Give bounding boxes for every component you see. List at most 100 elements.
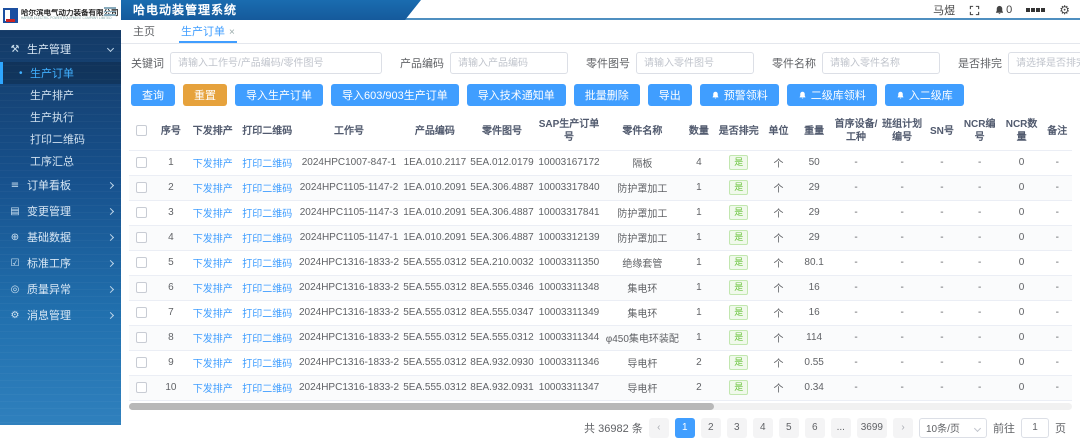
- row-checkbox[interactable]: [136, 257, 147, 268]
- fullscreen-icon[interactable]: [969, 5, 980, 16]
- cell: 10003311348: [535, 275, 602, 300]
- row-checkbox[interactable]: [136, 357, 147, 368]
- row-checkbox[interactable]: [136, 332, 147, 343]
- warning-picking-button[interactable]: 预警领料: [700, 84, 779, 106]
- query-button[interactable]: 查询: [131, 84, 175, 106]
- sidebar-item-base-data[interactable]: ⊕ 基础数据: [0, 224, 121, 250]
- tab-production-orders[interactable]: 生产订单×: [179, 23, 237, 43]
- sidebar-item-standard-process[interactable]: ☑ 标准工序: [0, 250, 121, 276]
- close-icon[interactable]: ×: [229, 27, 235, 38]
- row-checkbox[interactable]: [136, 157, 147, 168]
- page-button[interactable]: 6: [805, 418, 825, 438]
- dispatch-link[interactable]: 下发排产: [193, 159, 233, 170]
- batch-delete-button[interactable]: 批量删除: [574, 84, 640, 106]
- page-button[interactable]: 2: [701, 418, 721, 438]
- product-code-input[interactable]: [450, 52, 568, 74]
- cell: 10003311346: [535, 350, 602, 375]
- table-row: 10下发排产打印二维码2024HPC1316-1833-25EA.555.031…: [129, 375, 1072, 400]
- secondary-store-picking-button[interactable]: 二级库领料: [787, 84, 877, 106]
- print-qr-link[interactable]: 打印二维码: [242, 359, 292, 370]
- cell: -: [1043, 225, 1072, 250]
- reset-button[interactable]: 重置: [183, 84, 227, 106]
- print-qr-link[interactable]: 打印二维码: [242, 234, 292, 245]
- scrollbar-thumb[interactable]: [129, 403, 714, 410]
- dispatch-link[interactable]: 下发排产: [193, 384, 233, 395]
- dispatch-link[interactable]: 下发排产: [193, 209, 233, 220]
- sidebar-item-production-orders[interactable]: • 生产订单: [0, 62, 121, 84]
- dispatch-link[interactable]: 下发排产: [193, 234, 233, 245]
- tab-home[interactable]: 主页: [131, 23, 157, 43]
- apps-grid-icon[interactable]: [1026, 8, 1045, 12]
- print-qr-link[interactable]: 打印二维码: [242, 384, 292, 395]
- goto-page-input[interactable]: [1021, 418, 1049, 438]
- dispatch-link[interactable]: 下发排产: [193, 284, 233, 295]
- row-checkbox[interactable]: [136, 382, 147, 393]
- page-button[interactable]: 3699: [857, 418, 887, 438]
- table-header-row: 序号 下发排产 打印二维码 工作号 产品编码 零件图号 SAP生产订单号 零件名…: [129, 114, 1072, 150]
- import-tech-notice-button[interactable]: 导入技术通知单: [467, 84, 566, 106]
- dispatch-link[interactable]: 下发排产: [193, 184, 233, 195]
- cell: 50: [795, 150, 833, 175]
- sidebar-item-production-management[interactable]: ⚒ 生产管理: [0, 36, 121, 62]
- dispatch-link[interactable]: 下发排产: [193, 359, 233, 370]
- page-size-select[interactable]: 10条/页: [919, 418, 987, 438]
- scheduled-select[interactable]: [1008, 52, 1080, 74]
- sidebar-item-quality-exception[interactable]: ◎ 质量异常: [0, 276, 121, 302]
- cell: 个: [762, 200, 796, 225]
- sidebar-collapse-icon[interactable]: [104, 5, 116, 18]
- col-ncr-no: NCR编号: [959, 114, 1001, 150]
- import-603-903-button[interactable]: 导入603/903生产订单: [331, 84, 459, 106]
- print-qr-link[interactable]: 打印二维码: [242, 209, 292, 220]
- sidebar-item-production-execution[interactable]: 生产执行: [0, 106, 121, 128]
- cell: 隔板: [603, 150, 683, 175]
- part-name-input[interactable]: [822, 52, 940, 74]
- dispatch-link[interactable]: 下发排产: [193, 334, 233, 345]
- dispatch-link[interactable]: 下发排产: [193, 259, 233, 270]
- row-checkbox[interactable]: [136, 282, 147, 293]
- into-secondary-store-button[interactable]: 入二级库: [885, 84, 964, 106]
- row-checkbox[interactable]: [136, 182, 147, 193]
- print-qr-link[interactable]: 打印二维码: [242, 159, 292, 170]
- print-qr-link[interactable]: 打印二维码: [242, 259, 292, 270]
- cell: 5EA.555.0312: [401, 375, 468, 400]
- cell: 10003317841: [535, 200, 602, 225]
- import-orders-button[interactable]: 导入生产订单: [235, 84, 323, 106]
- cell: 8EA.555.0346: [468, 275, 535, 300]
- scheduled-label: 是否排完: [958, 55, 1002, 71]
- notification-bell-icon[interactable]: 0: [994, 4, 1012, 16]
- page-button[interactable]: 4: [753, 418, 773, 438]
- dispatch-link[interactable]: 下发排产: [193, 309, 233, 320]
- scheduled-select-input[interactable]: [1008, 52, 1080, 74]
- print-qr-link[interactable]: 打印二维码: [242, 309, 292, 320]
- part-drawing-input[interactable]: [636, 52, 754, 74]
- export-button[interactable]: 导出: [648, 84, 692, 106]
- cell: -: [879, 200, 925, 225]
- settings-gear-icon[interactable]: ⚙: [1059, 4, 1070, 16]
- cell: -: [925, 200, 959, 225]
- prev-page-button[interactable]: ‹: [649, 418, 669, 438]
- next-page-button[interactable]: ›: [893, 418, 913, 438]
- cell: -: [879, 150, 925, 175]
- row-checkbox[interactable]: [136, 207, 147, 218]
- sidebar-item-message-management[interactable]: ⚙ 消息管理: [0, 302, 121, 328]
- select-all-checkbox[interactable]: [136, 125, 147, 136]
- row-checkbox[interactable]: [136, 232, 147, 243]
- keyword-input[interactable]: [170, 52, 382, 74]
- row-checkbox[interactable]: [136, 307, 147, 318]
- page-button[interactable]: 3: [727, 418, 747, 438]
- cell: 29: [795, 225, 833, 250]
- page-button[interactable]: 5: [779, 418, 799, 438]
- user-name[interactable]: 马煜: [933, 2, 955, 18]
- sidebar-item-order-board[interactable]: ≡ 订单看板: [0, 172, 121, 198]
- page-button[interactable]: 1: [675, 418, 695, 438]
- sidebar-item-change-management[interactable]: ▤ 变更管理: [0, 198, 121, 224]
- sidebar-item-production-scheduling[interactable]: 生产排产: [0, 84, 121, 106]
- sidebar-item-print-qrcode[interactable]: 打印二维码: [0, 128, 121, 150]
- sidebar-item-process-summary[interactable]: 工序汇总: [0, 150, 121, 172]
- table-row: 7下发排产打印二维码2024HPC1316-1833-25EA.555.0312…: [129, 300, 1072, 325]
- print-qr-link[interactable]: 打印二维码: [242, 284, 292, 295]
- more-pages-button[interactable]: ...: [831, 418, 851, 438]
- scheduled-tag: 是: [729, 255, 748, 270]
- print-qr-link[interactable]: 打印二维码: [242, 184, 292, 195]
- print-qr-link[interactable]: 打印二维码: [242, 334, 292, 345]
